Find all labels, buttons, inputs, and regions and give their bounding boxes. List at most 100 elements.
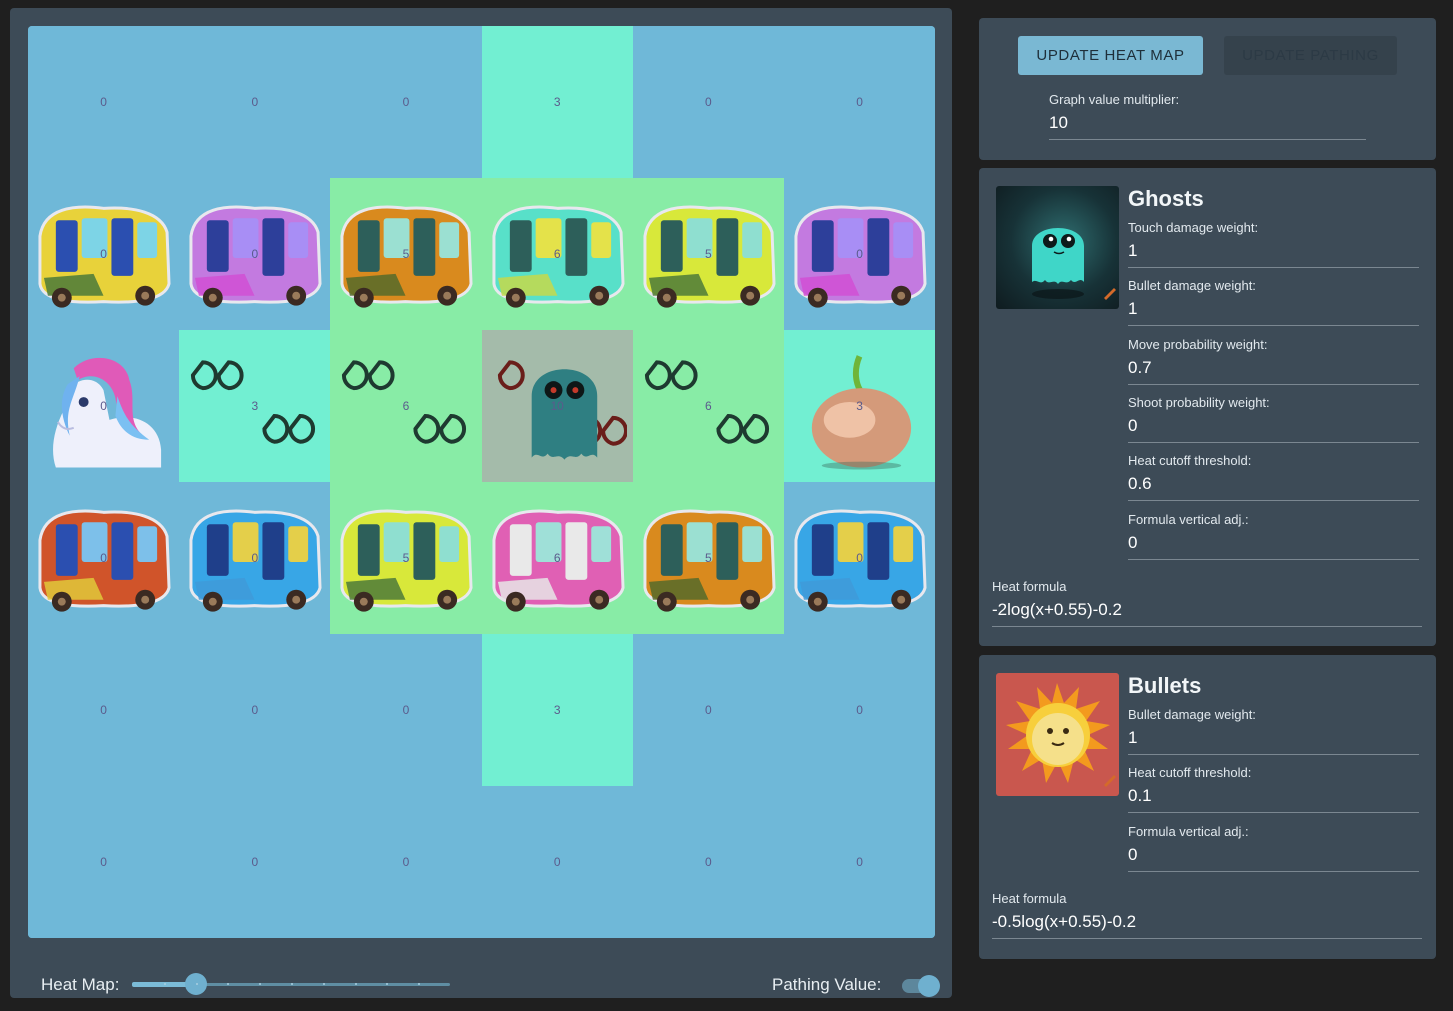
bullet-portrait — [996, 673, 1119, 796]
cell-heat-value: 0 — [100, 551, 107, 565]
board-controls: Heat Map: Pathing Value: — [10, 963, 952, 1003]
grid-cell-r1-c4[interactable]: 5 — [632, 178, 784, 330]
cell-heat-value: 0 — [553, 855, 561, 869]
ghosts-card: Ghosts Touch damage weight: 1 Bullet dama… — [979, 168, 1436, 646]
game-board-panel: 000300 0 0 5 6 5 0 0 3 6 10 6 3 0 0 5 6 … — [10, 8, 952, 998]
ghost-field-input[interactable]: 0.7 — [1128, 358, 1419, 384]
grid-cell-r1-c5[interactable]: 0 — [783, 178, 935, 330]
grid-cell-r0-c0[interactable]: 0 — [28, 26, 180, 178]
grid-cell-r3-c4[interactable]: 5 — [632, 482, 784, 634]
graph-multiplier-field[interactable]: Graph value multiplier: 10 — [1049, 92, 1366, 140]
heat-map-slider[interactable] — [132, 973, 450, 995]
grid-cell-r5-c5[interactable]: 0 — [783, 786, 935, 938]
grid-cell-r4-c3[interactable]: 3 — [481, 634, 633, 786]
bullet-field[interactable]: Bullet damage weight: 1 — [1128, 707, 1419, 755]
toggle-knob[interactable] — [918, 975, 940, 997]
graph-multiplier-input[interactable]: 10 — [1049, 113, 1366, 139]
ghost-heat-formula-input[interactable]: -2log(x+0.55)-0.2 — [992, 600, 1422, 626]
cell-heat-value: 0 — [100, 703, 107, 717]
cell-heat-value: 0 — [251, 551, 259, 565]
slider-tick — [291, 983, 293, 985]
cell-heat-value: 0 — [705, 95, 712, 109]
cell-heat-value: 6 — [402, 399, 410, 413]
grid-cell-r2-c0[interactable]: 0 — [28, 330, 180, 482]
grid-cell-r4-c4[interactable]: 0 — [632, 634, 784, 786]
bullet-field-input[interactable]: 0 — [1128, 845, 1419, 871]
ghost-field[interactable]: Formula vertical adj.: 0 — [1128, 512, 1419, 560]
grid-cell-r0-c2[interactable]: 0 — [330, 26, 482, 178]
ghost-field[interactable]: Move probability weight: 0.7 — [1128, 337, 1419, 385]
ghost-heat-formula-field[interactable]: Heat formula -2log(x+0.55)-0.2 — [992, 579, 1422, 627]
ghost-field-input[interactable]: 1 — [1128, 299, 1419, 325]
grid-cell-r4-c1[interactable]: 0 — [179, 634, 331, 786]
ghost-field-input[interactable]: 0.6 — [1128, 474, 1419, 500]
ghost-field-label: Touch damage weight: — [1128, 220, 1259, 235]
ghost-portrait — [996, 186, 1119, 309]
ghost-field-input[interactable]: 0 — [1128, 533, 1419, 559]
update-heat-map-button[interactable]: UPDATE HEAT MAP — [1018, 36, 1203, 75]
cell-heat-value: 0 — [402, 855, 410, 869]
ghost-field-label: Bullet damage weight: — [1128, 278, 1256, 294]
cell-heat-value: 0 — [402, 95, 410, 109]
grid-cell-r0-c1[interactable]: 0 — [179, 26, 331, 178]
cell-heat-value: 0 — [251, 95, 259, 109]
bullets-card: Bullets Bullet damage weight: 1 Heat cuto… — [979, 655, 1436, 959]
ghost-field-label: Move probability weight: — [1128, 336, 1268, 352]
bullet-heat-formula-field[interactable]: Heat formula -0.5log(x+0.55)-0.2 — [992, 891, 1422, 939]
grid-cell-r5-c2[interactable]: 0 — [330, 786, 482, 938]
ghosts-title: Ghosts — [1128, 186, 1204, 211]
grid-cell-r3-c1[interactable]: 0 — [179, 482, 331, 634]
grid-cell-r3-c3[interactable]: 6 — [481, 482, 633, 634]
grid-cell-r2-c5[interactable]: 3 — [783, 330, 935, 482]
grid-cell-r1-c1[interactable]: 0 — [179, 178, 331, 330]
update-pathing-button[interactable]: UPDATE PATHING — [1224, 36, 1397, 75]
grid-cell-r0-c5[interactable]: 0 — [783, 26, 935, 178]
ghost-field[interactable]: Bullet damage weight: 1 — [1128, 278, 1419, 327]
cell-heat-value: 6 — [553, 247, 561, 261]
ghost-field[interactable]: Shoot probability weight: 0 — [1128, 395, 1419, 443]
grid-cell-r4-c5[interactable]: 0 — [783, 634, 935, 786]
bullet-field-input[interactable]: 0.1 — [1128, 786, 1419, 812]
grid-cell-r2-c1[interactable]: 3 — [179, 330, 331, 482]
grid-cell-r4-c2[interactable]: 0 — [330, 634, 482, 786]
cell-heat-value: 3 — [251, 399, 259, 413]
grid-cell-r0-c4[interactable]: 0 — [632, 26, 784, 178]
bullet-field[interactable]: Formula vertical adj.: 0 — [1128, 824, 1419, 872]
grid-cell-r2-c2[interactable]: 6 — [330, 330, 482, 482]
grid-cell-r3-c2[interactable]: 5 — [330, 482, 482, 634]
pathing-value-toggle[interactable] — [900, 975, 940, 997]
ghost-field-input[interactable]: 0 — [1128, 416, 1419, 442]
grid-cell-r5-c4[interactable]: 0 — [632, 786, 784, 938]
ghost-field-label: Heat cutoff threshold: — [1128, 453, 1252, 469]
cell-heat-value: 5 — [705, 247, 712, 261]
cell-heat-value: 5 — [402, 551, 410, 565]
cell-heat-value: 0 — [856, 703, 863, 717]
grid-cell-r4-c0[interactable]: 0 — [28, 634, 180, 786]
grid-cell-r2-c4[interactable]: 6 — [632, 330, 784, 482]
bullet-field[interactable]: Heat cutoff threshold: 0.1 — [1128, 765, 1419, 814]
cell-heat-value: 3 — [553, 703, 561, 717]
bullet-field-input[interactable]: 1 — [1128, 728, 1419, 754]
actions-card: UPDATE HEAT MAP UPDATE PATHING Graph val… — [979, 18, 1436, 160]
grid-cell-r3-c0[interactable]: 0 — [28, 482, 180, 634]
grid-cell-r5-c0[interactable]: 0 — [28, 786, 180, 938]
grid-cell-r1-c0[interactable]: 0 — [28, 178, 180, 330]
ghost-icon — [1032, 228, 1116, 300]
bullet-heat-formula-input[interactable]: -0.5log(x+0.55)-0.2 — [992, 912, 1422, 938]
grid-cell-r5-c1[interactable]: 0 — [179, 786, 331, 938]
cell-heat-value: 0 — [100, 95, 107, 109]
slider-tick — [195, 983, 198, 985]
cell-heat-value: 5 — [705, 551, 712, 565]
ghost-field-input[interactable]: 1 — [1128, 241, 1419, 267]
grid-cell-r0-c3[interactable]: 3 — [481, 26, 633, 178]
grid-cell-r5-c3[interactable]: 0 — [481, 786, 633, 938]
bullet-field-label: Bullet damage weight: — [1128, 707, 1256, 722]
ghost-field[interactable]: Heat cutoff threshold: 0.6 — [1128, 453, 1419, 502]
grid-cell-r1-c2[interactable]: 5 — [330, 178, 482, 330]
cell-heat-value: 0 — [100, 855, 107, 869]
grid-cell-r2-c3[interactable]: 10 — [481, 330, 633, 482]
bullets-title: Bullets — [1128, 673, 1202, 698]
grid-cell-r3-c5[interactable]: 0 — [783, 482, 935, 634]
ghost-field[interactable]: Touch damage weight: 1 — [1128, 220, 1419, 268]
grid-cell-r1-c3[interactable]: 6 — [481, 178, 633, 330]
